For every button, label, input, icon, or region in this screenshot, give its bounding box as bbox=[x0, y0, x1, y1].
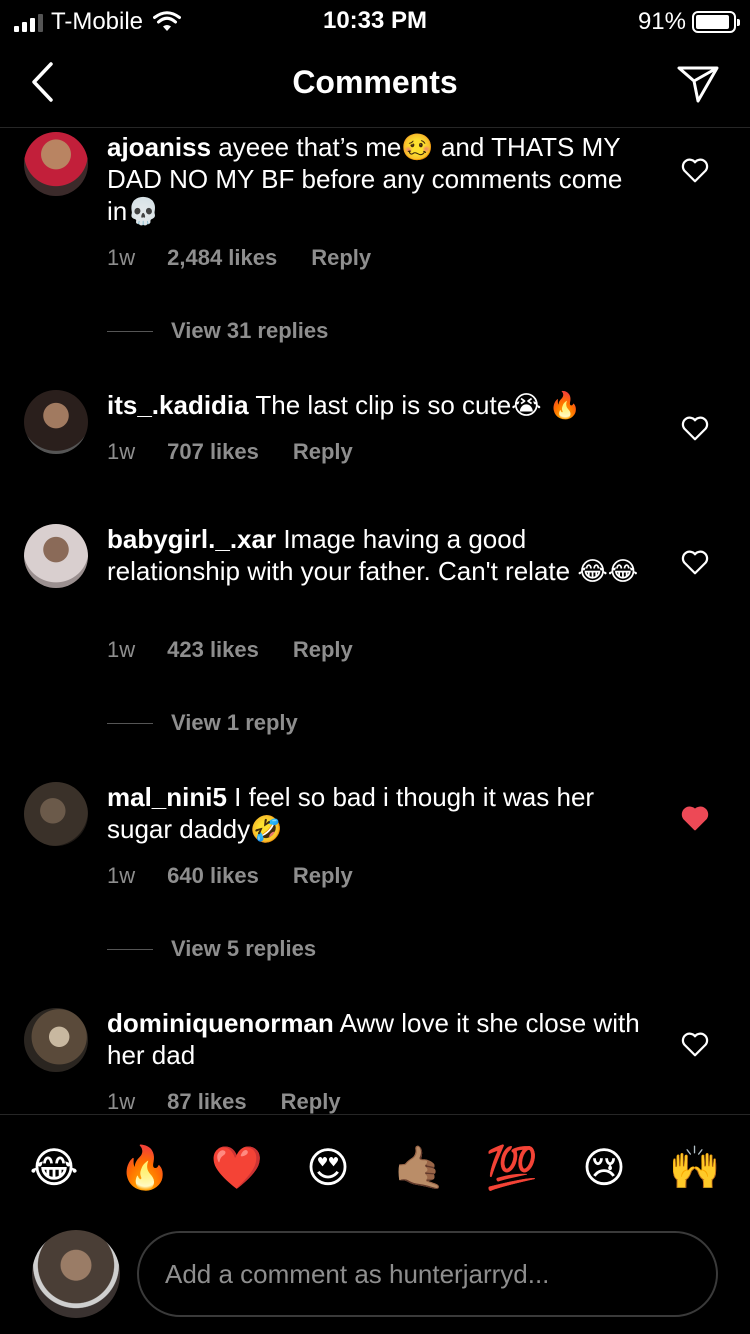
comment-text: dominiquenorman Aww love it she close wi… bbox=[107, 1007, 647, 1071]
emoji-fire-button[interactable]: 🔥 bbox=[115, 1143, 175, 1193]
avatar[interactable] bbox=[24, 782, 88, 846]
comment-text: ajoaniss ayeee that’s me🥴 and THATS MY D… bbox=[107, 131, 647, 227]
comment-meta: 1w 640 likes Reply bbox=[107, 863, 353, 889]
send-button[interactable] bbox=[674, 62, 722, 106]
avatar[interactable] bbox=[24, 524, 88, 588]
comment-text: babygirl._.xar Image having a good relat… bbox=[107, 523, 647, 587]
emoji-bar: 😂 🔥 ❤️ 😍 🤙🏽 💯 😢 🙌 bbox=[0, 1114, 750, 1222]
like-button[interactable] bbox=[680, 1029, 710, 1059]
emoji-crying-button[interactable]: 😢 bbox=[574, 1143, 634, 1193]
view-replies-button[interactable]: View 1 reply bbox=[107, 710, 298, 736]
paper-plane-icon bbox=[677, 66, 719, 103]
comment-meta: 1w 707 likes Reply bbox=[107, 439, 353, 465]
view-replies-button[interactable]: View 31 replies bbox=[107, 318, 328, 344]
status-bar: T-Mobile 10:33 PM 91% bbox=[0, 0, 750, 40]
page-title: Comments bbox=[292, 64, 458, 100]
comment-time: 1w bbox=[107, 1089, 136, 1114]
emoji-raised-hands-button[interactable]: 🙌 bbox=[665, 1143, 725, 1193]
comment-likes[interactable]: 707 likes bbox=[167, 439, 259, 465]
avatar[interactable] bbox=[24, 390, 88, 454]
comment-likes[interactable]: 423 likes bbox=[167, 637, 259, 663]
avatar bbox=[32, 1230, 120, 1318]
view-replies-label: View 5 replies bbox=[171, 936, 317, 961]
comment-input[interactable] bbox=[137, 1231, 718, 1317]
comment-meta: 1w 87 likes Reply bbox=[107, 1089, 341, 1114]
heart-icon bbox=[681, 1032, 709, 1057]
comment-likes[interactable]: 640 likes bbox=[167, 863, 259, 889]
comment-likes[interactable]: 87 likes bbox=[167, 1089, 247, 1114]
comment-username[interactable]: mal_nini5 bbox=[107, 782, 227, 812]
view-replies-label: View 31 replies bbox=[171, 318, 329, 343]
reply-button[interactable]: Reply bbox=[293, 439, 353, 465]
battery-percent: 91% bbox=[637, 8, 686, 35]
heart-icon bbox=[681, 416, 709, 441]
heart-filled-icon bbox=[681, 806, 709, 831]
comment-likes[interactable]: 2,484 likes bbox=[167, 245, 277, 271]
like-button[interactable] bbox=[680, 803, 710, 833]
reply-button[interactable]: Reply bbox=[311, 245, 371, 271]
avatar[interactable] bbox=[24, 132, 88, 196]
avatar[interactable] bbox=[24, 1008, 88, 1072]
reply-button[interactable]: Reply bbox=[281, 1089, 341, 1114]
heart-icon bbox=[681, 550, 709, 575]
comment-time: 1w bbox=[107, 863, 136, 888]
comment-time: 1w bbox=[107, 637, 136, 662]
comment-username[interactable]: ajoaniss bbox=[107, 132, 211, 162]
comment-body: The last clip is so cute😭 🔥 bbox=[255, 390, 582, 420]
comment-username[interactable]: babygirl._.xar bbox=[107, 524, 276, 554]
comment-username[interactable]: its_.kadidia bbox=[107, 390, 249, 420]
comments-screen: T-Mobile 10:33 PM 91% Comments ajoaniss … bbox=[0, 0, 750, 1334]
view-replies-button[interactable]: View 5 replies bbox=[107, 936, 316, 962]
status-right: 91% bbox=[637, 8, 740, 36]
comment-composer bbox=[0, 1222, 750, 1334]
battery-level bbox=[696, 15, 729, 29]
reply-button[interactable]: Reply bbox=[293, 863, 353, 889]
comment-time: 1w bbox=[107, 439, 136, 464]
battery-icon bbox=[692, 11, 740, 33]
comment-time: 1w bbox=[107, 245, 136, 270]
comment-text: mal_nini5 I feel so bad i though it was … bbox=[107, 781, 647, 845]
view-replies-label: View 1 reply bbox=[171, 710, 298, 735]
like-button[interactable] bbox=[680, 413, 710, 443]
header: Comments bbox=[0, 40, 750, 128]
comment-text: its_.kadidia The last clip is so cute😭 🔥 bbox=[107, 389, 647, 421]
heart-icon bbox=[681, 158, 709, 183]
emoji-call-me-button[interactable]: 🤙🏽 bbox=[390, 1143, 450, 1193]
comment-meta: 1w 423 likes Reply bbox=[107, 637, 353, 663]
comment-meta: 1w 2,484 likes Reply bbox=[107, 245, 371, 271]
emoji-hundred-button[interactable]: 💯 bbox=[482, 1143, 542, 1193]
like-button[interactable] bbox=[680, 155, 710, 185]
emoji-heart-button[interactable]: ❤️ bbox=[207, 1143, 267, 1193]
reply-button[interactable]: Reply bbox=[293, 637, 353, 663]
comments-list[interactable]: ajoaniss ayeee that’s me🥴 and THATS MY D… bbox=[0, 129, 750, 1114]
like-button[interactable] bbox=[680, 547, 710, 577]
emoji-heart-eyes-button[interactable]: 😍 bbox=[298, 1143, 358, 1193]
comment-username[interactable]: dominiquenorman bbox=[107, 1008, 334, 1038]
emoji-laughing-button[interactable]: 😂 bbox=[24, 1143, 84, 1193]
